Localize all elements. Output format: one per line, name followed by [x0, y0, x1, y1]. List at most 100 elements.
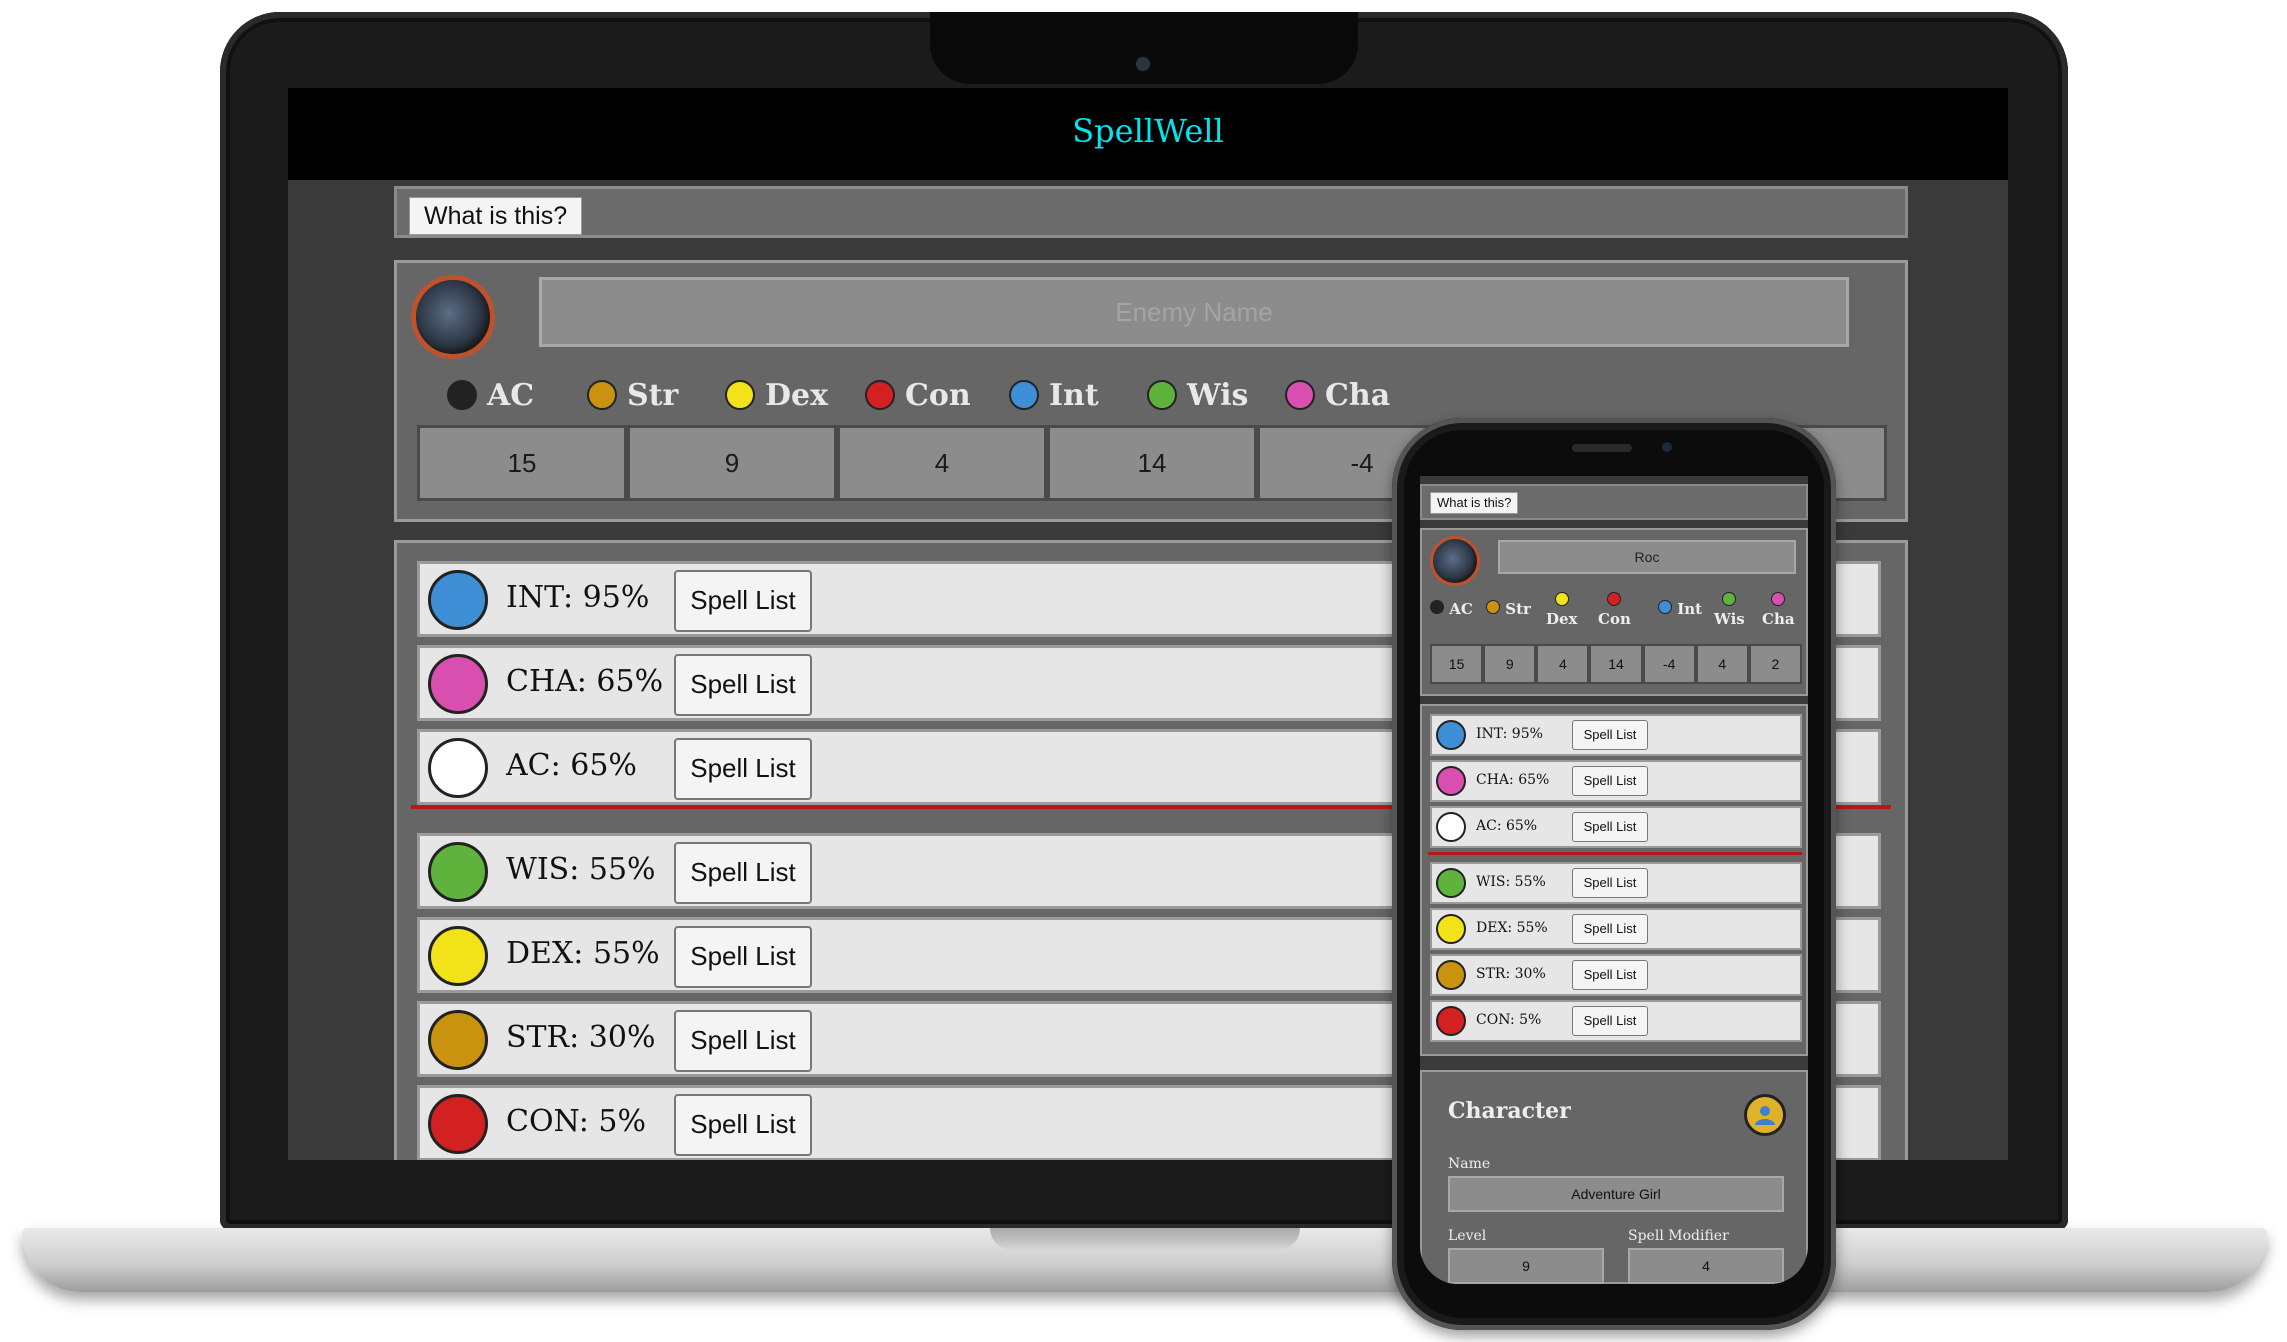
masks-icon [1285, 380, 1315, 410]
spell-list-button[interactable]: Spell List [1572, 960, 1648, 990]
spell-list-button[interactable]: Spell List [674, 842, 812, 904]
chance-label: DEX: 55% [506, 936, 660, 971]
masks-icon [1771, 592, 1786, 606]
heart-icon [428, 1094, 488, 1154]
chance-row-str: STR: 30% Spell List [1430, 954, 1802, 996]
stat-header-wis: Wis [1714, 592, 1745, 628]
stat-header-ac: AC [447, 375, 534, 415]
camera-icon [1134, 55, 1152, 73]
arm-icon [428, 1010, 488, 1070]
stat-input-dex[interactable]: 4 [837, 425, 1047, 501]
arm-icon [1486, 600, 1500, 614]
spell-list-button[interactable]: Spell List [674, 1094, 812, 1156]
shield-icon [428, 738, 488, 798]
camera-icon [1662, 442, 1672, 452]
owl-icon [1436, 868, 1466, 898]
spell-list-button[interactable]: Spell List [1572, 812, 1648, 842]
stat-header-con: Con [1598, 592, 1631, 628]
what-is-this-button[interactable]: What is this? [1430, 492, 1519, 514]
shield-icon [447, 380, 477, 410]
heart-icon [1607, 592, 1622, 606]
chance-label: AC: 65% [506, 748, 637, 783]
spell-modifier-input[interactable]: 4 [1628, 1248, 1784, 1284]
stat-input-ac[interactable]: 15 [1430, 644, 1484, 684]
stat-input-dex[interactable]: 4 [1536, 644, 1590, 684]
spell-list-button[interactable]: Spell List [1572, 720, 1648, 750]
chance-row-wis: WIS: 55% Spell List [1430, 862, 1802, 904]
stat-header-cha: Cha [1762, 592, 1795, 628]
stat-input-con[interactable]: 14 [1589, 644, 1643, 684]
spell-list-button[interactable]: Spell List [674, 926, 812, 988]
masks-icon [428, 654, 488, 714]
laptop-hinge [990, 1228, 1300, 1250]
level-label: Level [1448, 1228, 1487, 1244]
owl-icon [1147, 380, 1177, 410]
chance-row-cha: CHA: 65% Spell List [1430, 760, 1802, 802]
phone-speaker [1572, 444, 1632, 452]
chance-label: STR: 30% [1476, 966, 1546, 982]
stat-label: AC [1449, 600, 1473, 618]
help-bar: What is this? [1420, 484, 1808, 520]
character-name-input[interactable]: Adventure Girl [1448, 1176, 1784, 1212]
chance-row-ac: AC: 65% Spell List [1430, 806, 1802, 848]
enemy-name-input[interactable]: Roc [1498, 540, 1796, 574]
stat-header-cha: Cha [1285, 375, 1390, 415]
owl-icon [428, 842, 488, 902]
level-input[interactable]: 9 [1448, 1248, 1604, 1284]
stat-input-cha[interactable]: 2 [1748, 644, 1802, 684]
stat-label: Wis [1714, 610, 1745, 628]
chance-row-int: INT: 95% Spell List [1430, 714, 1802, 756]
spell-list-button[interactable]: Spell List [674, 1010, 812, 1072]
spell-list-button[interactable]: Spell List [1572, 1006, 1648, 1036]
spell-list-button[interactable]: Spell List [1572, 766, 1648, 796]
brain-icon [1009, 380, 1039, 410]
enemy-portrait [411, 275, 495, 359]
target-icon [428, 926, 488, 986]
stat-input-int[interactable]: -4 [1642, 644, 1696, 684]
stat-header-wis: Wis [1147, 375, 1248, 415]
stat-label: Dex [765, 377, 828, 413]
stat-input-ac[interactable]: 15 [417, 425, 627, 501]
chance-label: INT: 95% [1476, 726, 1543, 742]
spell-modifier-label: Spell Modifier [1628, 1228, 1729, 1244]
stat-input-str[interactable]: 9 [1483, 644, 1537, 684]
spell-list-button[interactable]: Spell List [674, 738, 812, 800]
brain-icon [1658, 600, 1672, 614]
person-icon [1755, 1106, 1775, 1125]
what-is-this-button[interactable]: What is this? [409, 197, 583, 235]
spell-list-button[interactable]: Spell List [1572, 868, 1648, 898]
spell-list-button[interactable]: Spell List [674, 570, 812, 632]
chance-row-dex: DEX: 55% Spell List [1430, 908, 1802, 950]
spell-list-button[interactable]: Spell List [1572, 914, 1648, 944]
character-title: Character [1448, 1098, 1571, 1124]
chance-label: WIS: 55% [1476, 874, 1546, 890]
app-header: SpellWell [288, 88, 2008, 180]
save-chance-panel: INT: 95% Spell List CHA: 65% Spell List … [1420, 704, 1808, 1056]
app-title: SpellWell [1072, 112, 1224, 150]
stat-label: Str [1505, 600, 1531, 618]
phone-screen: What is this? Roc AC Str Dex Con Int Wis… [1420, 476, 1808, 1284]
stat-label: Int [1677, 600, 1703, 618]
chance-label: CHA: 65% [1476, 772, 1550, 788]
masks-icon [1436, 766, 1466, 796]
user-avatar-icon[interactable] [1744, 1094, 1786, 1136]
character-panel: Character Name Adventure Girl Level 9 Sp… [1420, 1070, 1808, 1284]
enemy-name-input[interactable]: Enemy Name [539, 277, 1849, 347]
chance-label: AC: 65% [1476, 818, 1538, 834]
stat-label: Cha [1325, 377, 1391, 413]
arm-icon [587, 380, 617, 410]
laptop-notch [930, 12, 1358, 84]
shield-icon [1430, 600, 1444, 614]
stat-label: Str [627, 377, 679, 413]
brain-icon [428, 570, 488, 630]
stat-input-con[interactable]: 14 [1047, 425, 1257, 501]
stat-input-wis[interactable]: 4 [1695, 644, 1749, 684]
stat-header-str: Str [587, 375, 678, 415]
stat-input-str[interactable]: 9 [627, 425, 837, 501]
spell-list-button[interactable]: Spell List [674, 654, 812, 716]
stat-header-dex: Dex [1546, 592, 1578, 628]
chance-label: DEX: 55% [1476, 920, 1548, 936]
target-icon [1436, 914, 1466, 944]
chance-label: STR: 30% [506, 1020, 656, 1055]
stat-label: Con [905, 377, 971, 413]
